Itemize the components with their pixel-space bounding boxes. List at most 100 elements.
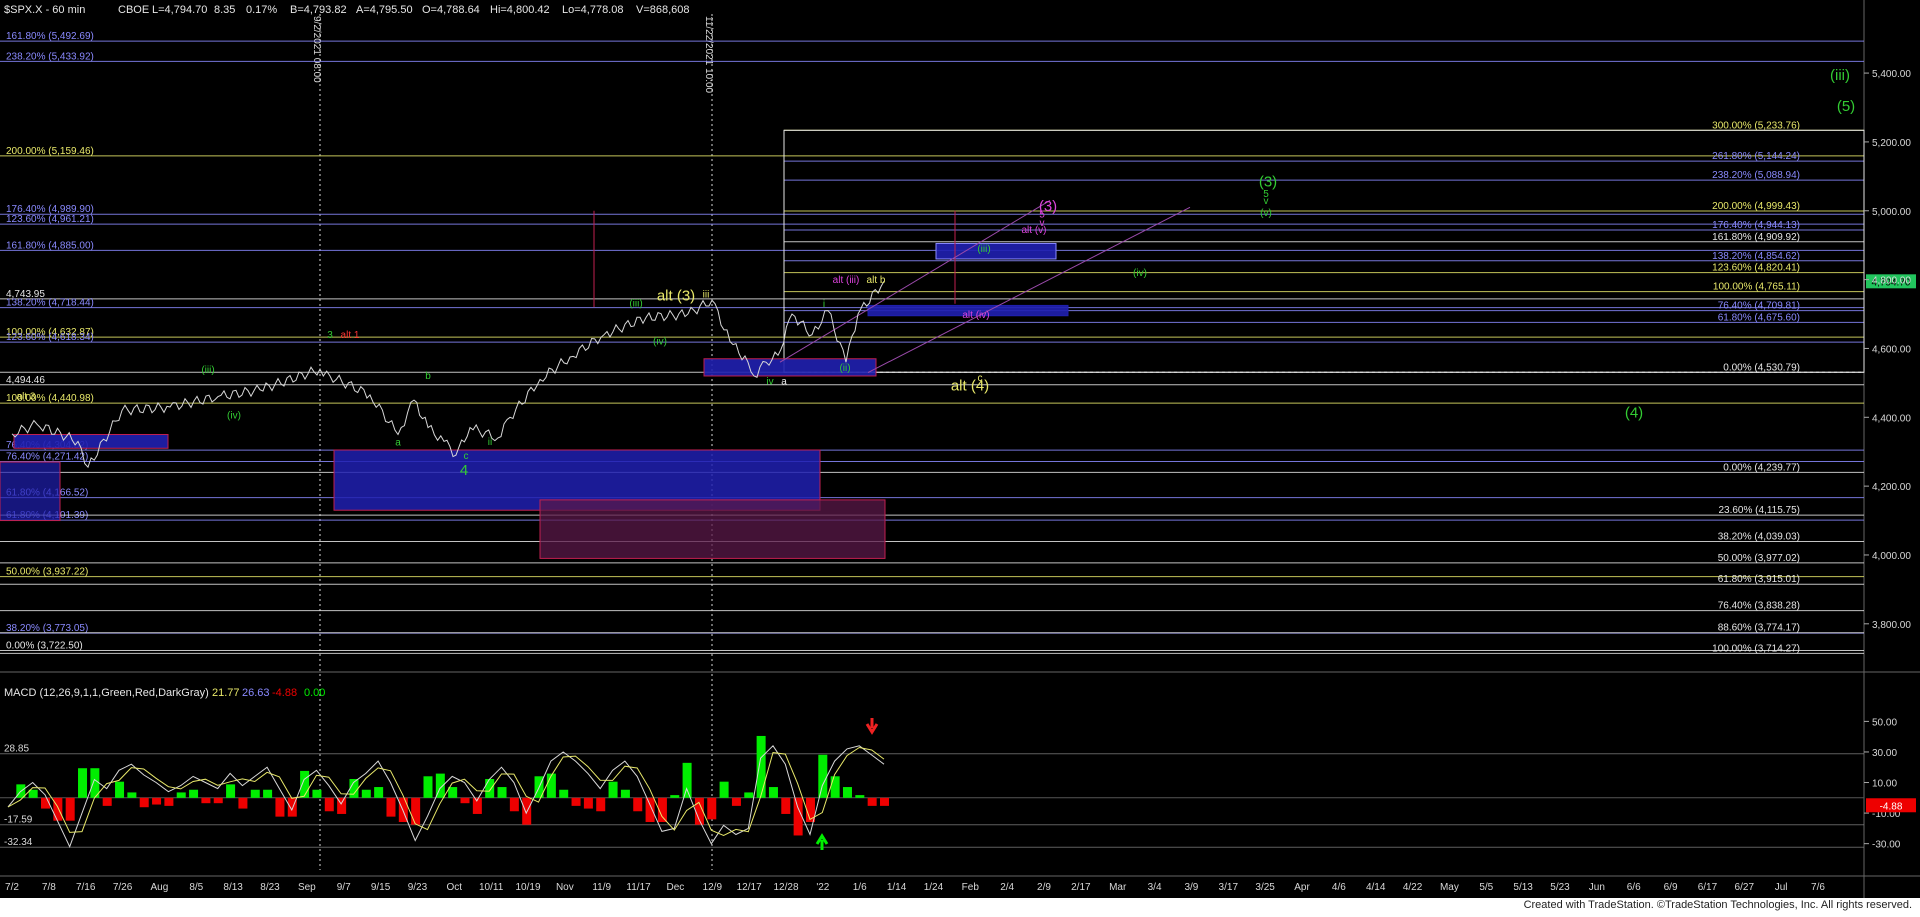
x-tick-label: 3/25 <box>1255 882 1275 893</box>
x-tick-label: 4/22 <box>1403 882 1423 893</box>
x-tick-label: 12/28 <box>773 882 798 893</box>
macd-y-tick-label: 10.00 <box>1872 779 1897 790</box>
fib-label-right: 61.80% (4,675.60) <box>1718 312 1800 323</box>
fib-label-left: 4,494.46 <box>6 375 45 386</box>
x-tick-label: 1/24 <box>924 882 944 893</box>
wave-label: alt b <box>867 275 886 286</box>
fib-label-right: 161.80% (4,909.92) <box>1712 232 1800 243</box>
macd-histogram-bar <box>213 797 223 804</box>
macd-histogram-bar <box>238 797 248 809</box>
x-tick-label: Aug <box>151 882 169 893</box>
x-tick-label: 9/7 <box>337 882 351 893</box>
x-tick-label: Mar <box>1109 882 1127 893</box>
wave-label: (iii) <box>629 298 642 309</box>
fib-label-right: 200.00% (4,999.43) <box>1712 201 1800 212</box>
chart-background <box>0 0 1920 898</box>
macd-value-1: 21.77 <box>212 687 240 699</box>
low-readout: Lo=4,778.08 <box>562 4 623 16</box>
x-tick-label: 7/2 <box>5 882 19 893</box>
macd-histogram-bar <box>324 797 334 812</box>
y-tick-label: 4,800.00 <box>1872 276 1911 287</box>
x-tick-label: 3/9 <box>1184 882 1198 893</box>
wave-label: i <box>823 299 825 310</box>
macd-value-4: 0.00 <box>304 687 325 699</box>
macd-histogram-bar <box>201 797 211 804</box>
macd-histogram-bar <box>571 797 581 806</box>
macd-histogram-bar <box>361 789 371 798</box>
x-tick-label: 7/16 <box>76 882 96 893</box>
x-tick-label: 3/17 <box>1219 882 1239 893</box>
x-tick-label: 8/5 <box>189 882 203 893</box>
macd-left-label: 28.85 <box>4 744 29 755</box>
macd-histogram-bar <box>226 784 236 798</box>
x-tick-label: 6/27 <box>1735 882 1755 893</box>
macd-histogram-bar <box>53 797 63 821</box>
wave-label: a <box>781 377 787 388</box>
macd-y-tick-label: 50.00 <box>1872 717 1897 728</box>
volume-readout: V=868,608 <box>636 4 690 16</box>
wave-label: v <box>1264 196 1269 207</box>
vertical-marker-label: 11/22/2021 10:00 <box>703 16 714 94</box>
macd-title: MACD (12,26,9,1,1,Green,Red,DarkGray) <box>4 687 209 699</box>
macd-histogram-bar <box>793 797 803 836</box>
footer-credit: Created with TradeStation. ©TradeStation… <box>1523 899 1912 911</box>
fib-label-right: 38.20% (4,039.03) <box>1718 532 1800 543</box>
x-tick-label: 11/9 <box>592 882 611 893</box>
macd-histogram-bar <box>744 792 754 798</box>
wave-label: (ii) <box>839 363 850 374</box>
macd-histogram-bar <box>719 781 729 798</box>
macd-histogram-bar <box>880 797 889 806</box>
wave-label: b <box>425 371 431 382</box>
price-chart: 9/2/2021 08:00 11/22/2021 10:00 161.80% (… <box>0 0 1920 898</box>
open-readout: O=4,788.64 <box>422 4 480 16</box>
wave-label: 3 <box>327 330 333 341</box>
x-tick-label: 5/23 <box>1550 882 1570 893</box>
fib-label-right: 88.60% (3,774.17) <box>1718 623 1800 634</box>
macd-histogram-bar <box>842 787 852 798</box>
wave-label: alt (iv) <box>962 310 989 321</box>
fib-label-left: 238.20% (5,433.92) <box>6 51 94 62</box>
wave-label: alt (v) <box>1022 225 1047 236</box>
macd-histogram-bar <box>263 789 273 798</box>
fib-label-right: 50.00% (3,977.02) <box>1718 553 1800 564</box>
last-price-readout: L=4,794.70 <box>152 4 207 16</box>
change-readout: 8.35 <box>214 4 235 16</box>
x-tick-label: 1/14 <box>887 882 907 893</box>
fib-label-left: 161.80% (5,492.69) <box>6 31 94 42</box>
macd-histogram-bar <box>164 797 174 806</box>
target-box <box>0 461 61 522</box>
macd-histogram-bar <box>583 797 593 809</box>
macd-histogram-bar <box>448 787 458 798</box>
y-tick-label: 5,000.00 <box>1872 207 1911 218</box>
fib-label-right: 176.40% (4,944.13) <box>1712 220 1800 231</box>
macd-value-3: -4.88 <box>272 687 297 699</box>
bid-readout: B=4,793.82 <box>290 4 347 16</box>
fib-label-left: 138.20% (4,718.44) <box>6 298 94 309</box>
x-tick-label: 3/4 <box>1148 882 1162 893</box>
ask-readout: A=4,795.50 <box>356 4 413 16</box>
x-tick-label: Sep <box>298 882 316 893</box>
x-tick-label: 10/11 <box>479 882 504 893</box>
macd-histogram-bar <box>497 787 507 798</box>
fib-label-right: 238.20% (5,088.94) <box>1712 170 1800 181</box>
macd-histogram-bar <box>115 781 125 798</box>
y-tick-label: 3,800.00 <box>1872 620 1911 631</box>
x-tick-label: 2/17 <box>1071 882 1091 893</box>
macd-histogram-bar <box>682 762 692 798</box>
x-tick-label: 1/6 <box>853 882 867 893</box>
macd-histogram-bar <box>731 797 741 806</box>
y-tick-label: 4,000.00 <box>1872 551 1911 562</box>
macd-value-2: 26.63 <box>242 687 270 699</box>
x-tick-label: 4/6 <box>1332 882 1346 893</box>
x-tick-label: 9/23 <box>408 882 428 893</box>
macd-histogram-bar <box>411 797 421 825</box>
fib-label-right: 100.00% (3,714.27) <box>1712 643 1800 654</box>
vertical-marker-label: 9/2/2021 08:00 <box>311 16 322 83</box>
macd-histogram-bar <box>374 787 384 798</box>
fib-label-right: 261.80% (5,144.24) <box>1712 151 1800 162</box>
fib-label-right: 61.80% (3,915.01) <box>1718 574 1800 585</box>
x-tick-label: 6/17 <box>1698 882 1718 893</box>
macd-histogram-bar <box>139 797 149 808</box>
fib-label-right: 300.00% (5,233.76) <box>1712 120 1800 131</box>
x-tick-label: 8/13 <box>223 882 243 893</box>
